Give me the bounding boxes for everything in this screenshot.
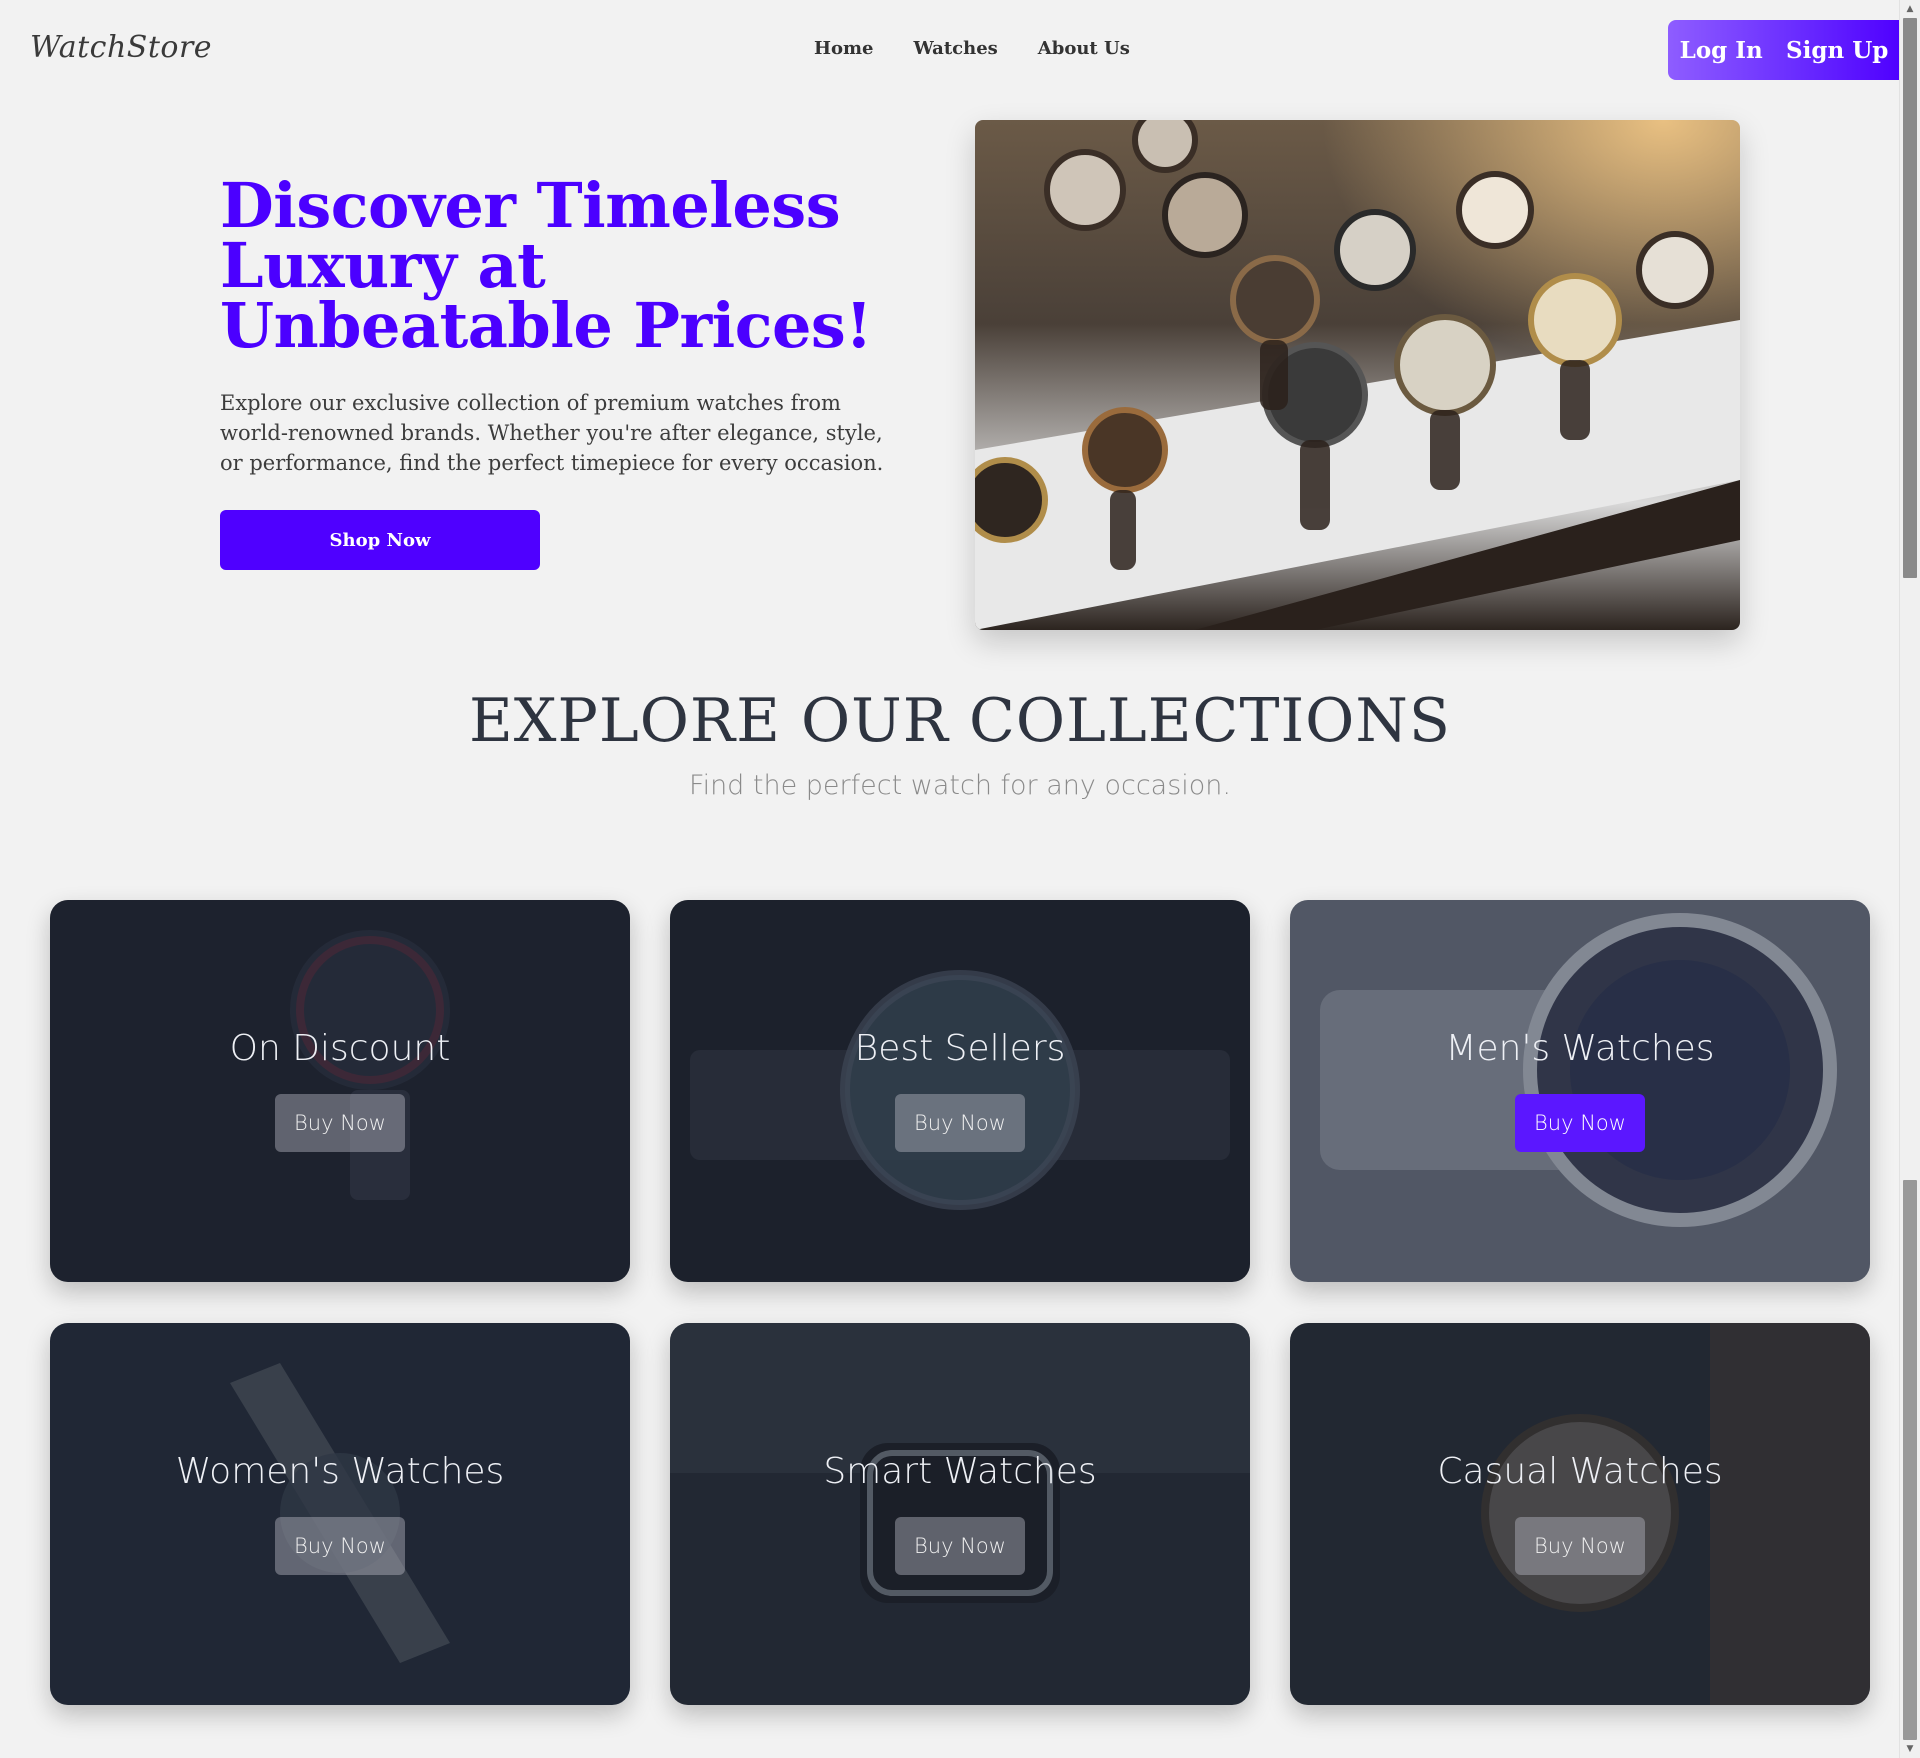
signup-button[interactable]: Sign Up [1776,37,1898,64]
buy-now-button[interactable]: Buy Now [895,1094,1025,1152]
collection-card-on-discount[interactable]: On Discount Buy Now [50,900,630,1282]
main-nav: Home Watches About Us [814,38,1130,59]
buy-now-button[interactable]: Buy Now [895,1517,1025,1575]
hero-description: Explore our exclusive collection of prem… [220,391,884,475]
hero-title: Discover Timeless Luxury at Unbeatable P… [220,169,873,362]
collections-subtitle: Find the perfect watch for any occasion. [689,770,1231,801]
card-title: Women's Watches [175,1451,505,1492]
collection-card-mens-watches[interactable]: Men's Watches Buy Now [1290,900,1870,1282]
dive-watch-image [50,900,630,1282]
steel-bracelet-watch-image [670,900,1250,1282]
collection-card-best-sellers[interactable]: Best Sellers Buy Now [670,900,1250,1282]
scroll-down-arrow-icon[interactable]: ▼ [1900,1740,1920,1758]
casual-watch-image [1290,1323,1870,1705]
site-header: WatchStore Home Watches About Us [0,0,1900,100]
page-scrollbar[interactable]: ▲ ▼ [1899,0,1920,1758]
scrollbar-thumb[interactable] [1903,18,1917,578]
buy-now-button[interactable]: Buy Now [275,1094,405,1152]
scrollbar-thumb-secondary[interactable] [1903,1180,1917,1740]
hero-watch-display-image [975,120,1740,630]
card-title: Men's Watches [1445,1028,1715,1069]
collections-title: EXPLORE OUR COLLECTIONS [469,686,1451,756]
watch-display-illustration [975,120,1740,630]
collection-card-womens-watches[interactable]: Women's Watches Buy Now [50,1323,630,1705]
login-button[interactable]: Log In [1670,37,1773,64]
site-logo[interactable]: WatchStore [30,30,212,65]
smart-watch-image [670,1323,1250,1705]
card-title: Casual Watches [1437,1451,1723,1492]
nav-about-link[interactable]: About Us [1038,38,1130,59]
chronograph-watch-image [1290,900,1870,1282]
card-title: Smart Watches [823,1451,1097,1492]
collection-card-smart-watches[interactable]: Smart Watches Buy Now [670,1323,1250,1705]
card-title: Best Sellers [854,1028,1066,1069]
nav-watches-link[interactable]: Watches [914,38,998,59]
nav-home-link[interactable]: Home [814,38,874,59]
collection-card-casual-watches[interactable]: Casual Watches Buy Now [1290,1323,1870,1705]
auth-buttons: Log In Sign Up [1668,20,1900,80]
womens-watch-image [50,1323,630,1705]
buy-now-button[interactable]: Buy Now [1515,1094,1645,1152]
shop-now-button[interactable]: Shop Now [220,510,540,570]
card-title: On Discount [229,1028,451,1069]
buy-now-button[interactable]: Buy Now [275,1517,405,1575]
buy-now-button[interactable]: Buy Now [1515,1517,1645,1575]
scroll-up-arrow-icon[interactable]: ▲ [1900,0,1920,18]
